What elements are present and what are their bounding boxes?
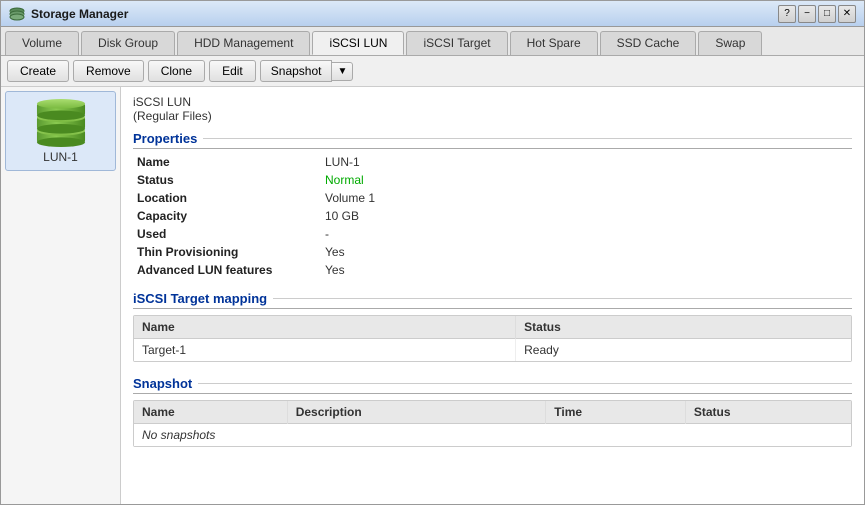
prop-location-value: Volume 1 <box>325 191 525 205</box>
tab-hot-spare[interactable]: Hot Spare <box>510 31 598 55</box>
create-button[interactable]: Create <box>7 60 69 82</box>
close-button[interactable]: ✕ <box>838 5 856 23</box>
tab-disk-group[interactable]: Disk Group <box>81 31 175 55</box>
prop-capacity-label: Capacity <box>137 209 317 223</box>
prop-thin-label: Thin Provisioning <box>137 245 317 259</box>
prop-status-label: Status <box>137 173 317 187</box>
lun-header: iSCSI LUN (Regular Files) <box>133 95 852 123</box>
lun-label: LUN-1 <box>43 150 78 164</box>
no-snapshot-text: No snapshots <box>134 424 851 447</box>
iscsi-mapping-table-container: Name Status Target-1 Ready <box>133 315 852 362</box>
snapshot-divider <box>198 383 852 384</box>
maximize-button[interactable]: □ <box>818 5 836 23</box>
iscsi-mapping-table: Name Status Target-1 Ready <box>134 316 851 361</box>
no-snapshot-row: No snapshots <box>134 424 851 447</box>
lun-sidebar-item[interactable]: LUN-1 <box>5 91 116 171</box>
app-icon <box>9 6 25 22</box>
lun-database-icon <box>31 98 91 148</box>
sidebar: LUN-1 <box>1 87 121 504</box>
window-title: Storage Manager <box>31 7 128 21</box>
target-name: Target-1 <box>134 339 516 362</box>
prop-capacity-value: 10 GB <box>325 209 525 223</box>
prop-location-label: Location <box>137 191 317 205</box>
clone-button[interactable]: Clone <box>148 60 205 82</box>
snapshot-title: Snapshot <box>133 376 852 394</box>
properties-divider <box>203 138 852 139</box>
prop-thin-value: Yes <box>325 245 525 259</box>
toolbar: Create Remove Clone Edit Snapshot ▼ <box>1 56 864 87</box>
snapshot-button[interactable]: Snapshot <box>260 60 333 82</box>
snap-col-name: Name <box>134 401 287 424</box>
target-status: Ready <box>516 339 851 362</box>
iscsi-mapping-section: iSCSI Target mapping Name Status <box>133 291 852 362</box>
tab-iscsi-lun[interactable]: iSCSI LUN <box>312 31 404 55</box>
properties-grid: Name LUN-1 Status Normal Location Volume… <box>133 155 852 277</box>
prop-name-label: Name <box>137 155 317 169</box>
snapshot-table: Name Description Time Status No snapshot… <box>134 401 851 446</box>
tab-iscsi-target[interactable]: iSCSI Target <box>406 31 507 55</box>
iscsi-mapping-divider <box>273 298 852 299</box>
properties-section: Properties Name LUN-1 Status Normal Loca… <box>133 131 852 277</box>
snapshot-table-container: Name Description Time Status No snapshot… <box>133 400 852 447</box>
help-button[interactable]: ? <box>778 5 796 23</box>
snapshot-section: Snapshot Name Description Time Status <box>133 376 852 447</box>
lun-header-line1: iSCSI LUN <box>133 95 852 109</box>
snap-col-status: Status <box>685 401 851 424</box>
main-content: LUN-1 iSCSI LUN (Regular Files) Properti… <box>1 87 864 504</box>
iscsi-mapping-title: iSCSI Target mapping <box>133 291 852 309</box>
tab-volume[interactable]: Volume <box>5 31 79 55</box>
snap-col-desc: Description <box>287 401 546 424</box>
prop-advanced-label: Advanced LUN features <box>137 263 317 277</box>
remove-button[interactable]: Remove <box>73 60 144 82</box>
tab-swap[interactable]: Swap <box>698 31 762 55</box>
prop-advanced-value: Yes <box>325 263 525 277</box>
tab-ssd-cache[interactable]: SSD Cache <box>600 31 697 55</box>
titlebar: Storage Manager ? − □ ✕ <box>1 1 864 27</box>
top-tab-bar: Volume Disk Group HDD Management iSCSI L… <box>1 27 864 56</box>
titlebar-buttons: ? − □ ✕ <box>778 5 856 23</box>
minimize-button[interactable]: − <box>798 5 816 23</box>
detail-panel: iSCSI LUN (Regular Files) Properties Nam… <box>121 87 864 504</box>
storage-manager-window: Storage Manager ? − □ ✕ Volume Disk Grou… <box>0 0 865 505</box>
titlebar-left: Storage Manager <box>9 6 128 22</box>
prop-status-value: Normal <box>325 173 525 187</box>
snapshot-arrow-button[interactable]: ▼ <box>332 62 353 81</box>
col-name: Name <box>134 316 516 339</box>
lun-header-line2: (Regular Files) <box>133 109 852 123</box>
snapshot-dropdown: Snapshot ▼ <box>260 60 354 82</box>
tab-hdd-management[interactable]: HDD Management <box>177 31 310 55</box>
prop-used-label: Used <box>137 227 317 241</box>
snap-col-time: Time <box>546 401 686 424</box>
prop-used-value: - <box>325 227 525 241</box>
col-status: Status <box>516 316 851 339</box>
properties-title: Properties <box>133 131 852 149</box>
table-row: Target-1 Ready <box>134 339 851 362</box>
prop-name-value: LUN-1 <box>325 155 525 169</box>
edit-button[interactable]: Edit <box>209 60 256 82</box>
